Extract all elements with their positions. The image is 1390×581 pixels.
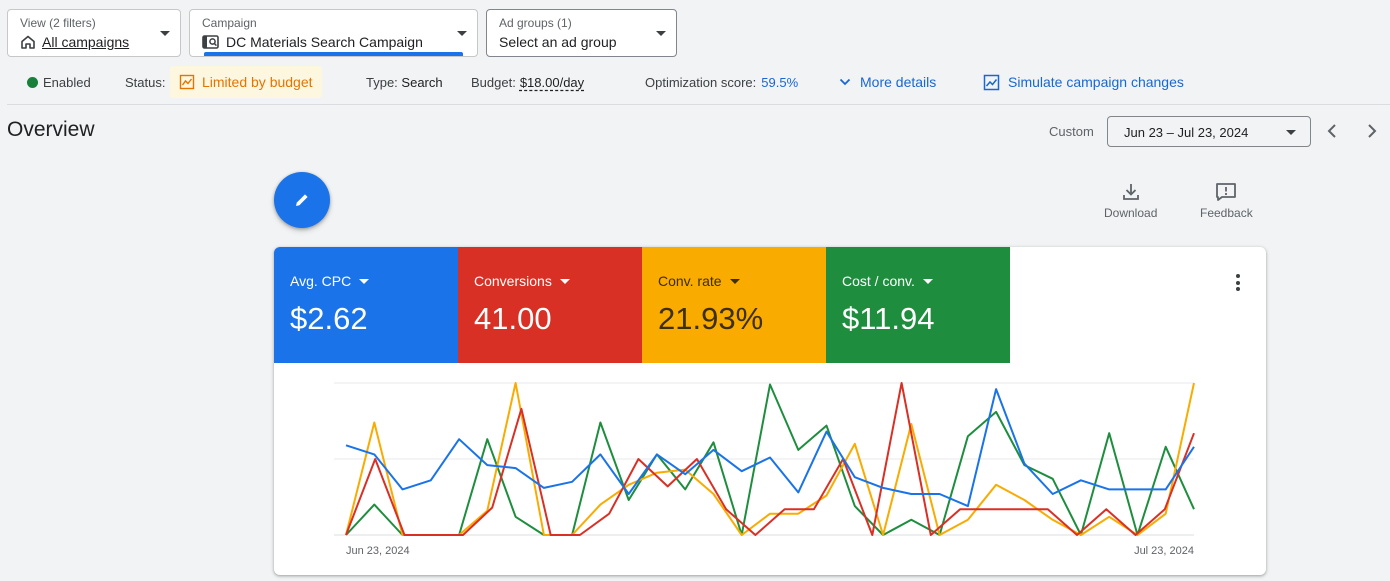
optimization-score[interactable]: 59.5% [761, 75, 798, 90]
previous-period-button[interactable] [1319, 118, 1345, 144]
ad-group-dropdown[interactable]: Ad groups (1) Select an ad group [486, 9, 677, 57]
caret-down-icon [922, 278, 933, 284]
budget-info: Budget: $18.00/day [471, 66, 584, 98]
metric-label: Cost / conv. [842, 273, 915, 289]
more-details-button[interactable]: More details [838, 66, 936, 98]
series-line-cost-conv [345, 383, 1195, 536]
limited-by-budget-badge[interactable]: Limited by budget [170, 66, 322, 98]
metric-label: Conversions [474, 273, 552, 289]
caret-down-icon [729, 278, 740, 284]
optimization-info: Optimization score: 59.5% [645, 66, 798, 98]
metric-tile-cost-per-conv[interactable]: Cost / conv. $11.94 [826, 247, 1010, 363]
trend-chart-icon [983, 74, 1000, 90]
date-range-picker[interactable]: Jun 23 – Jul 23, 2024 [1107, 116, 1311, 147]
edit-metrics-fab[interactable] [274, 172, 330, 228]
metric-tile-conversions[interactable]: Conversions 41.00 [458, 247, 642, 363]
download-button[interactable]: Download [1104, 182, 1157, 220]
search-campaign-icon [202, 35, 219, 49]
home-icon [21, 35, 35, 49]
campaign-caption: Campaign [202, 16, 257, 30]
optimization-label: Optimization score: [645, 74, 757, 90]
budget-value[interactable]: $18.00/day [520, 75, 584, 90]
campaign-dropdown[interactable]: Campaign DC Materials Search Campaign [189, 9, 478, 57]
divider [7, 104, 1390, 105]
metric-tile-conv-rate[interactable]: Conv. rate 21.93% [642, 247, 826, 363]
performance-chart-card: Avg. CPC $2.62 Conversions 41.00 Conv. r… [274, 247, 1266, 575]
type-label: Type: [366, 74, 398, 90]
metric-value: 21.93% [658, 301, 764, 336]
metric-tile-avg-cpc[interactable]: Avg. CPC $2.62 [274, 247, 458, 363]
view-filter-value: All campaigns [42, 34, 130, 50]
chevron-down-icon [839, 78, 851, 86]
type-info: Type: Search [366, 66, 443, 98]
metric-label: Avg. CPC [290, 273, 352, 289]
x-axis-end-label: Jul 23, 2024 [1134, 545, 1194, 557]
next-period-button[interactable] [1359, 118, 1385, 144]
ad-group-value: Select an ad group [499, 34, 617, 50]
enabled-status: Enabled [27, 66, 91, 98]
line-chart: Jun 23, 2024 Jul 23, 2024 [334, 382, 1195, 557]
date-preset-label: Custom [1049, 124, 1094, 139]
metric-value: $2.62 [290, 301, 368, 336]
view-filter-dropdown[interactable]: View (2 filters) All campaigns [7, 9, 181, 57]
feedback-button[interactable]: Feedback [1200, 182, 1253, 220]
pencil-icon [296, 194, 308, 206]
budget-label: Budget: [471, 74, 516, 90]
chevron-left-icon [1327, 124, 1336, 138]
page-title: Overview [7, 118, 95, 141]
metric-value: $11.94 [842, 301, 935, 336]
feedback-label: Feedback [1200, 206, 1253, 220]
chevron-down-icon [1286, 130, 1296, 135]
trend-chart-icon [179, 74, 195, 90]
status-value: Limited by budget [202, 74, 313, 90]
simulate-campaign-changes-button[interactable]: Simulate campaign changes [983, 66, 1184, 98]
view-filter-caption: View (2 filters) [20, 16, 96, 30]
enabled-dot-icon [27, 76, 38, 88]
chevron-down-icon [457, 31, 467, 36]
caret-down-icon [559, 278, 570, 284]
campaign-value: DC Materials Search Campaign [226, 34, 423, 50]
chevron-right-icon [1368, 124, 1377, 138]
simulate-label: Simulate campaign changes [1008, 74, 1184, 90]
status-label: Status: [125, 74, 166, 90]
selected-indicator [204, 52, 463, 56]
date-range-value: Jun 23 – Jul 23, 2024 [1124, 125, 1249, 140]
metric-label: Conv. rate [658, 273, 722, 289]
x-axis-start-label: Jun 23, 2024 [346, 545, 410, 557]
ad-group-caption: Ad groups (1) [499, 16, 572, 30]
chevron-down-icon [160, 31, 170, 36]
enabled-label: Enabled [43, 74, 91, 90]
campaign-status-bar: Enabled Status: Limited by budget Type: … [0, 66, 1390, 98]
chevron-down-icon [656, 31, 666, 36]
type-value: Search [401, 74, 443, 90]
download-icon [1122, 184, 1139, 200]
caret-down-icon [359, 278, 370, 284]
feedback-icon [1216, 183, 1237, 201]
download-label: Download [1104, 206, 1158, 220]
more-details-label: More details [860, 74, 937, 90]
metric-value: 41.00 [474, 301, 552, 336]
more-options-icon[interactable] [1236, 274, 1240, 294]
